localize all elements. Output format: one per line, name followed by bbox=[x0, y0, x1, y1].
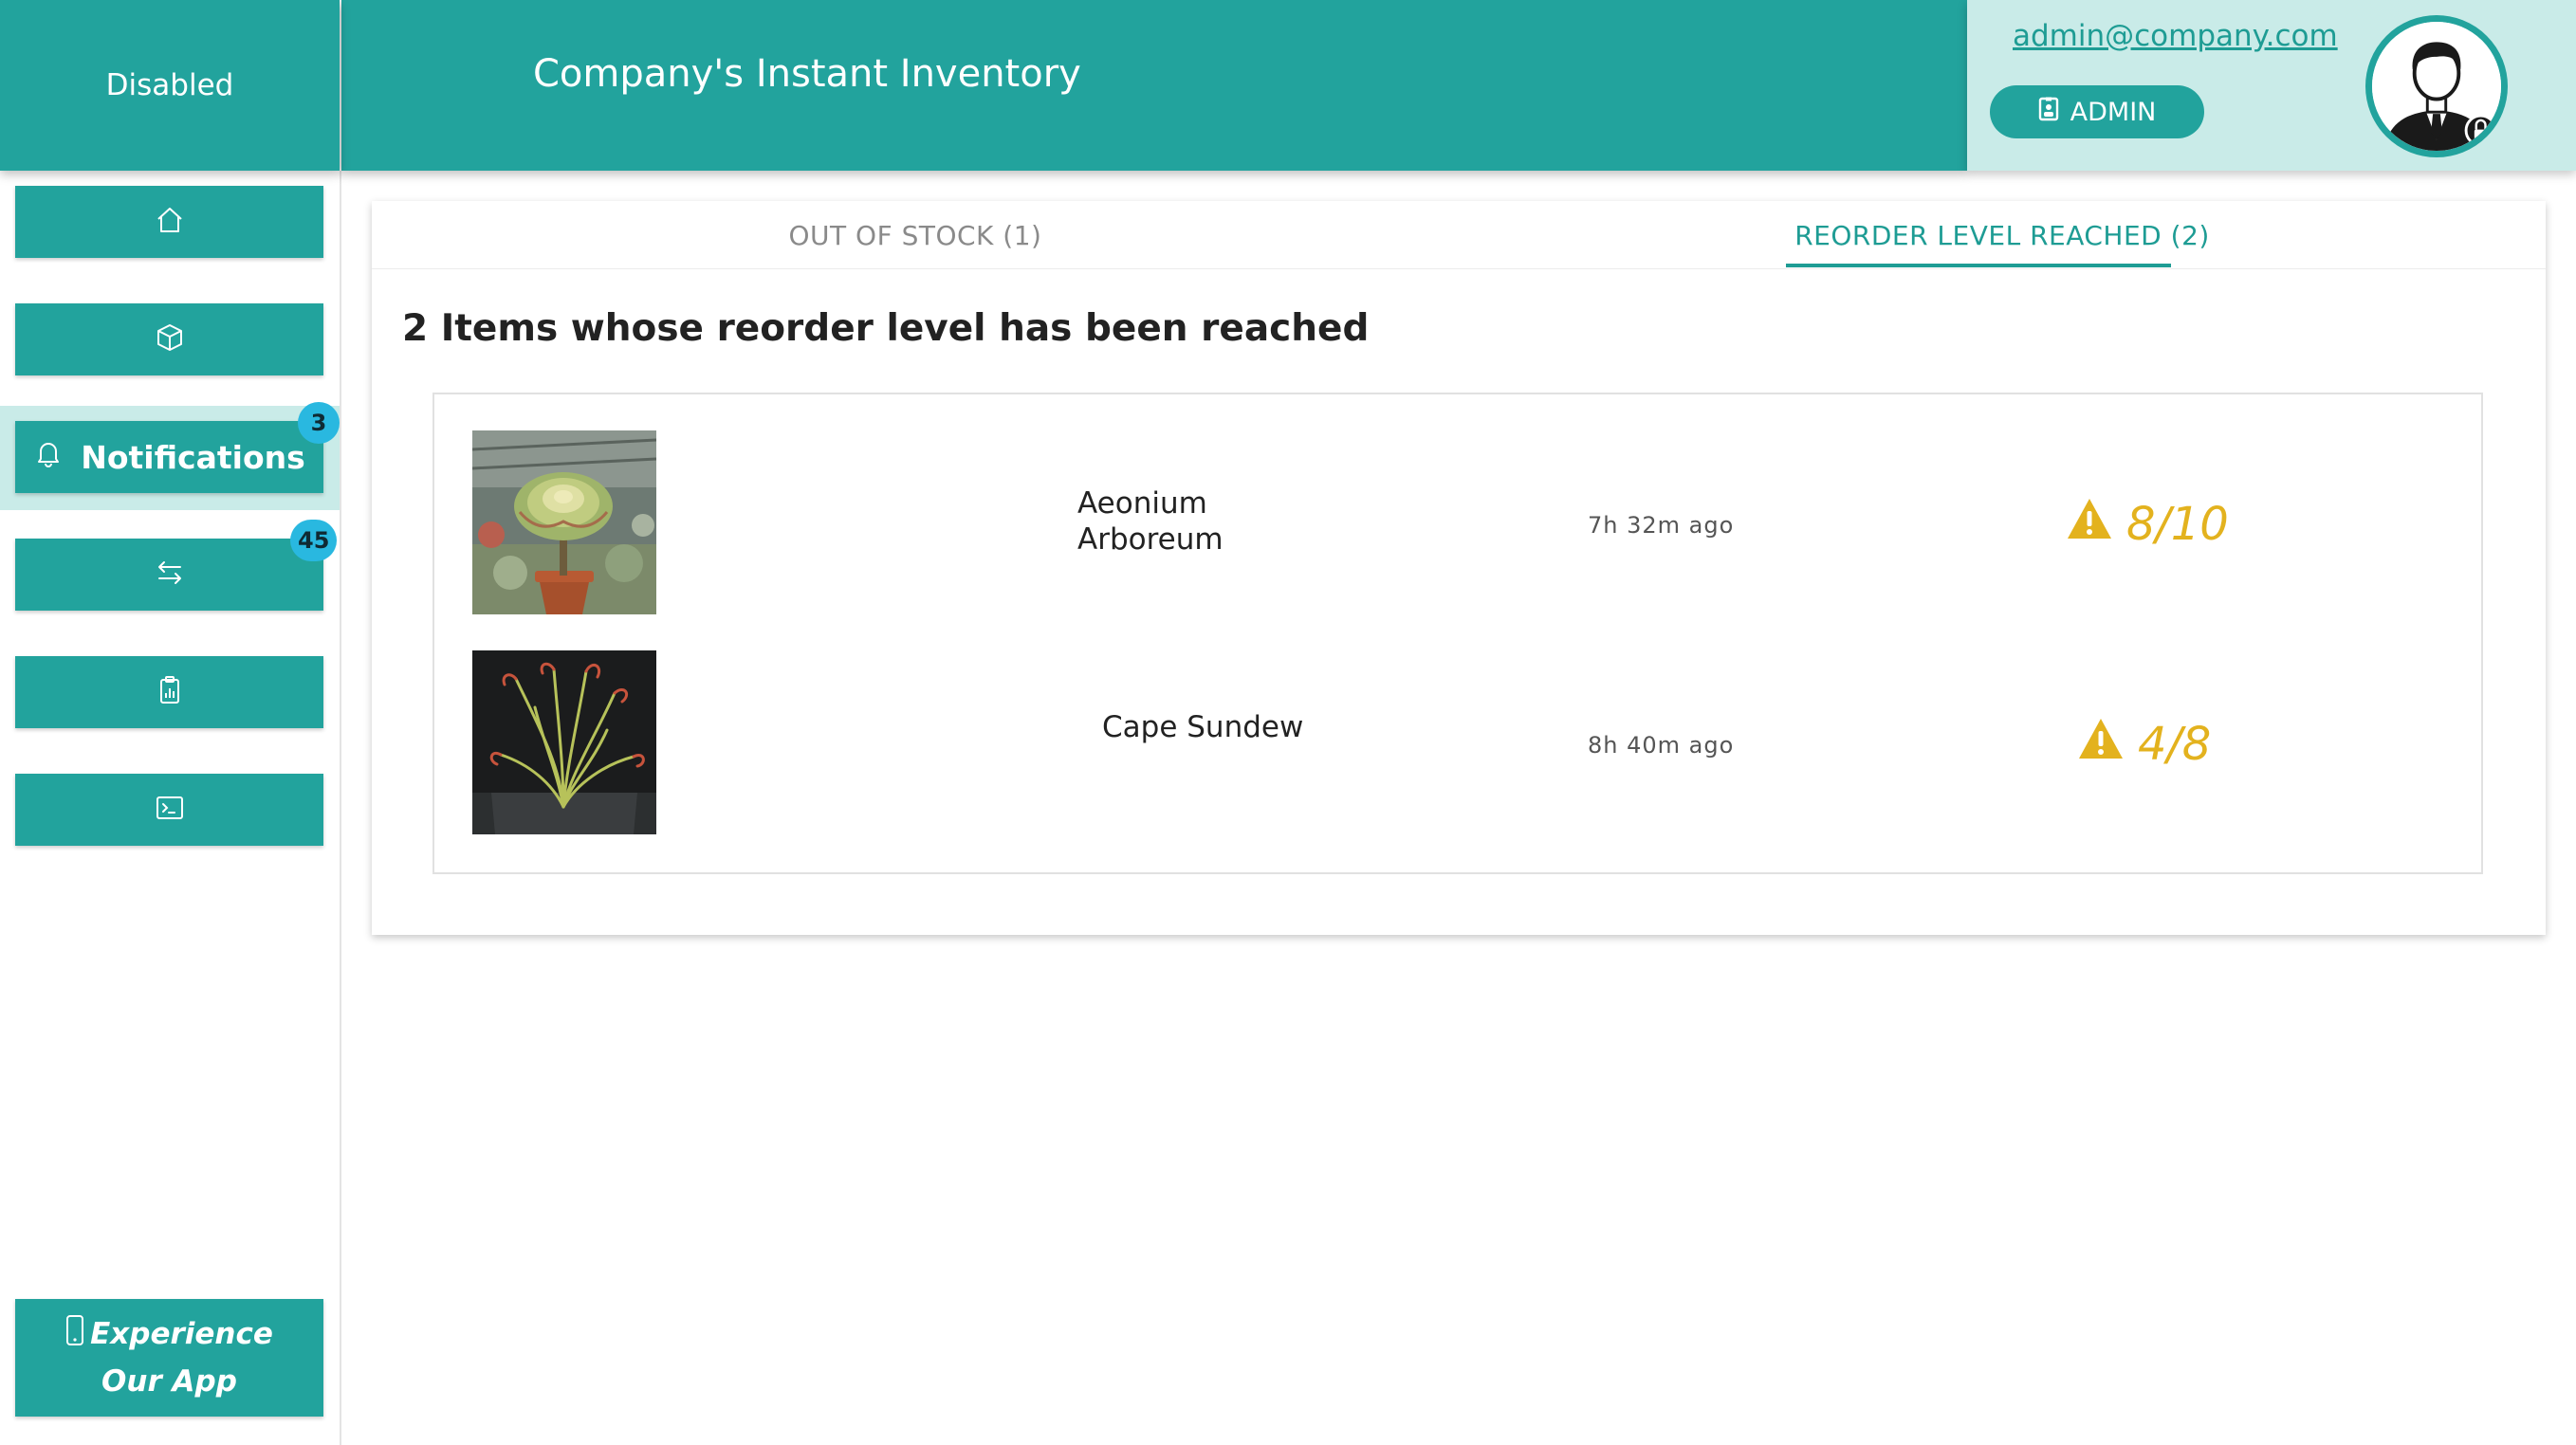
warning-icon bbox=[2066, 497, 2113, 552]
tab-out-of-stock[interactable]: OUT OF STOCK (1) bbox=[372, 201, 1459, 269]
top-bar: Company's Instant Inventory bbox=[341, 0, 1967, 171]
home-icon bbox=[154, 204, 186, 240]
sidebar-item-label: Notifications bbox=[81, 438, 305, 476]
sidebar-item-inventory[interactable] bbox=[15, 303, 323, 375]
page-title: Company's Instant Inventory bbox=[533, 52, 1081, 96]
experience-app-button[interactable]: Experience Our App bbox=[15, 1299, 323, 1417]
sidebar-item-home[interactable] bbox=[15, 186, 323, 258]
avatar[interactable] bbox=[2365, 15, 2508, 157]
item-name: Cape Sundew bbox=[1102, 710, 1304, 744]
user-panel: admin@company.com ADMIN bbox=[1967, 0, 2576, 171]
transfer-arrows-icon bbox=[154, 557, 186, 593]
sundew-photo-icon bbox=[472, 650, 656, 834]
app-status-label: Disabled bbox=[105, 68, 234, 102]
active-tab-indicator bbox=[1786, 264, 2171, 267]
item-thumbnail bbox=[472, 430, 656, 614]
item-time: 8h 40m ago bbox=[1588, 732, 1735, 759]
sidebar: Notifications 3 45 Experience Our App bbox=[0, 171, 341, 1445]
item-stock-level: 8/10 bbox=[2066, 497, 2229, 552]
sidebar-item-transfers[interactable] bbox=[15, 539, 323, 611]
sidebar-item-notifications[interactable]: Notifications bbox=[15, 421, 323, 493]
item-time: 7h 32m ago bbox=[1588, 512, 1735, 539]
user-email-link[interactable]: admin@company.com bbox=[2013, 19, 2338, 53]
terminal-icon bbox=[154, 792, 186, 828]
role-badge[interactable]: ADMIN bbox=[1990, 85, 2204, 138]
notifications-count-badge: 3 bbox=[298, 402, 340, 444]
item-stock-level: 4/8 bbox=[2077, 717, 2211, 772]
reorder-items-list: Aeonium Arboreum 7h 32m ago 8/10 Cape Su… bbox=[432, 393, 2483, 874]
report-clipboard-icon bbox=[154, 674, 186, 710]
app-status-block: Disabled bbox=[0, 0, 340, 171]
section-heading: 2 Items whose reorder level has been rea… bbox=[402, 307, 1370, 350]
id-badge-icon bbox=[2038, 97, 2059, 128]
sidebar-item-console[interactable] bbox=[15, 774, 323, 846]
phone-icon bbox=[65, 1313, 84, 1359]
notifications-card: OUT OF STOCK (1) REORDER LEVEL REACHED (… bbox=[372, 201, 2546, 935]
item-name: Aeonium Arboreum bbox=[1077, 486, 1224, 557]
succulent-photo-icon bbox=[472, 430, 656, 614]
item-thumbnail bbox=[472, 650, 656, 834]
bell-icon bbox=[33, 438, 64, 476]
list-item[interactable]: Cape Sundew 8h 40m ago 4/8 bbox=[434, 614, 2481, 834]
item-level-value: 4/8 bbox=[2138, 718, 2212, 771]
warning-icon bbox=[2077, 717, 2125, 772]
transfers-count-badge: 45 bbox=[290, 520, 338, 561]
user-avatar-icon bbox=[2372, 22, 2501, 151]
sidebar-item-reports[interactable] bbox=[15, 656, 323, 728]
notification-tabs: OUT OF STOCK (1) REORDER LEVEL REACHED (… bbox=[372, 201, 2546, 269]
tab-reorder-level-reached[interactable]: REORDER LEVEL REACHED (2) bbox=[1459, 201, 2546, 269]
list-item[interactable]: Aeonium Arboreum 7h 32m ago 8/10 bbox=[434, 394, 2481, 614]
role-label: ADMIN bbox=[2070, 97, 2157, 127]
experience-app-label: Experience Our App bbox=[90, 1317, 273, 1399]
item-level-value: 8/10 bbox=[2126, 498, 2229, 551]
box-icon bbox=[154, 321, 186, 357]
